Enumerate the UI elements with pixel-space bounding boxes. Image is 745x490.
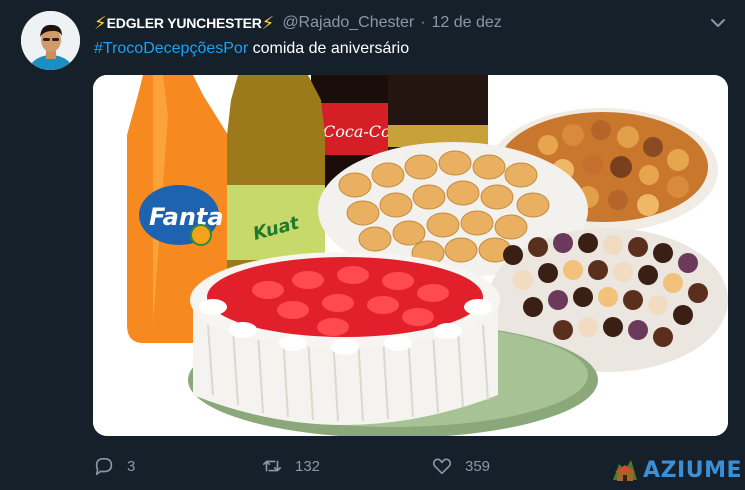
tweet-media-image[interactable]: Coca-Cola Fanta Kuat	[93, 75, 728, 436]
like-count: 359	[465, 457, 491, 475]
tweet-card[interactable]: ⚡ EDGLER YUNCHESTER ⚡ @Rajado_Chester · …	[0, 0, 745, 490]
tweet-body: comida de aniversário	[248, 40, 410, 57]
retweet-button[interactable]: 132	[261, 455, 320, 477]
reply-count: 3	[127, 457, 136, 475]
avatar[interactable]	[21, 11, 80, 70]
tweet-text: #TrocoDecepçõesPor comida de aniversário	[94, 40, 409, 58]
hashtag-link[interactable]: #TrocoDecepçõesPor	[94, 40, 248, 57]
reply-icon	[95, 457, 113, 476]
separator-dot: ·	[420, 14, 426, 31]
tweet-actions: 3 132 359	[93, 455, 593, 481]
watermark-text: AZIUME	[643, 457, 742, 483]
chevron-down-icon[interactable]	[709, 14, 727, 32]
like-button[interactable]: 359	[431, 455, 490, 477]
fanta-label: Fanta	[149, 203, 224, 231]
aziume-logo-icon	[613, 460, 638, 481]
retweet-count: 132	[295, 457, 321, 475]
avatar-image	[21, 11, 80, 70]
party-food-photo: Coca-Cola Fanta Kuat	[93, 75, 728, 436]
display-name[interactable]: EDGLER YUNCHESTER	[107, 15, 262, 31]
heart-icon	[432, 458, 452, 475]
user-handle[interactable]: @Rajado_Chester	[282, 14, 414, 32]
retweet-icon	[262, 460, 282, 472]
reply-button[interactable]: 3	[93, 455, 135, 477]
strawberry-cake	[190, 252, 500, 425]
aziume-watermark: AZIUME	[609, 456, 742, 484]
lightning-icon: ⚡	[94, 12, 107, 33]
lightning-icon: ⚡	[261, 12, 275, 33]
tweet-date[interactable]: 12 de dez	[432, 14, 502, 32]
tweet-header: ⚡ EDGLER YUNCHESTER ⚡ @Rajado_Chester · …	[94, 12, 502, 34]
